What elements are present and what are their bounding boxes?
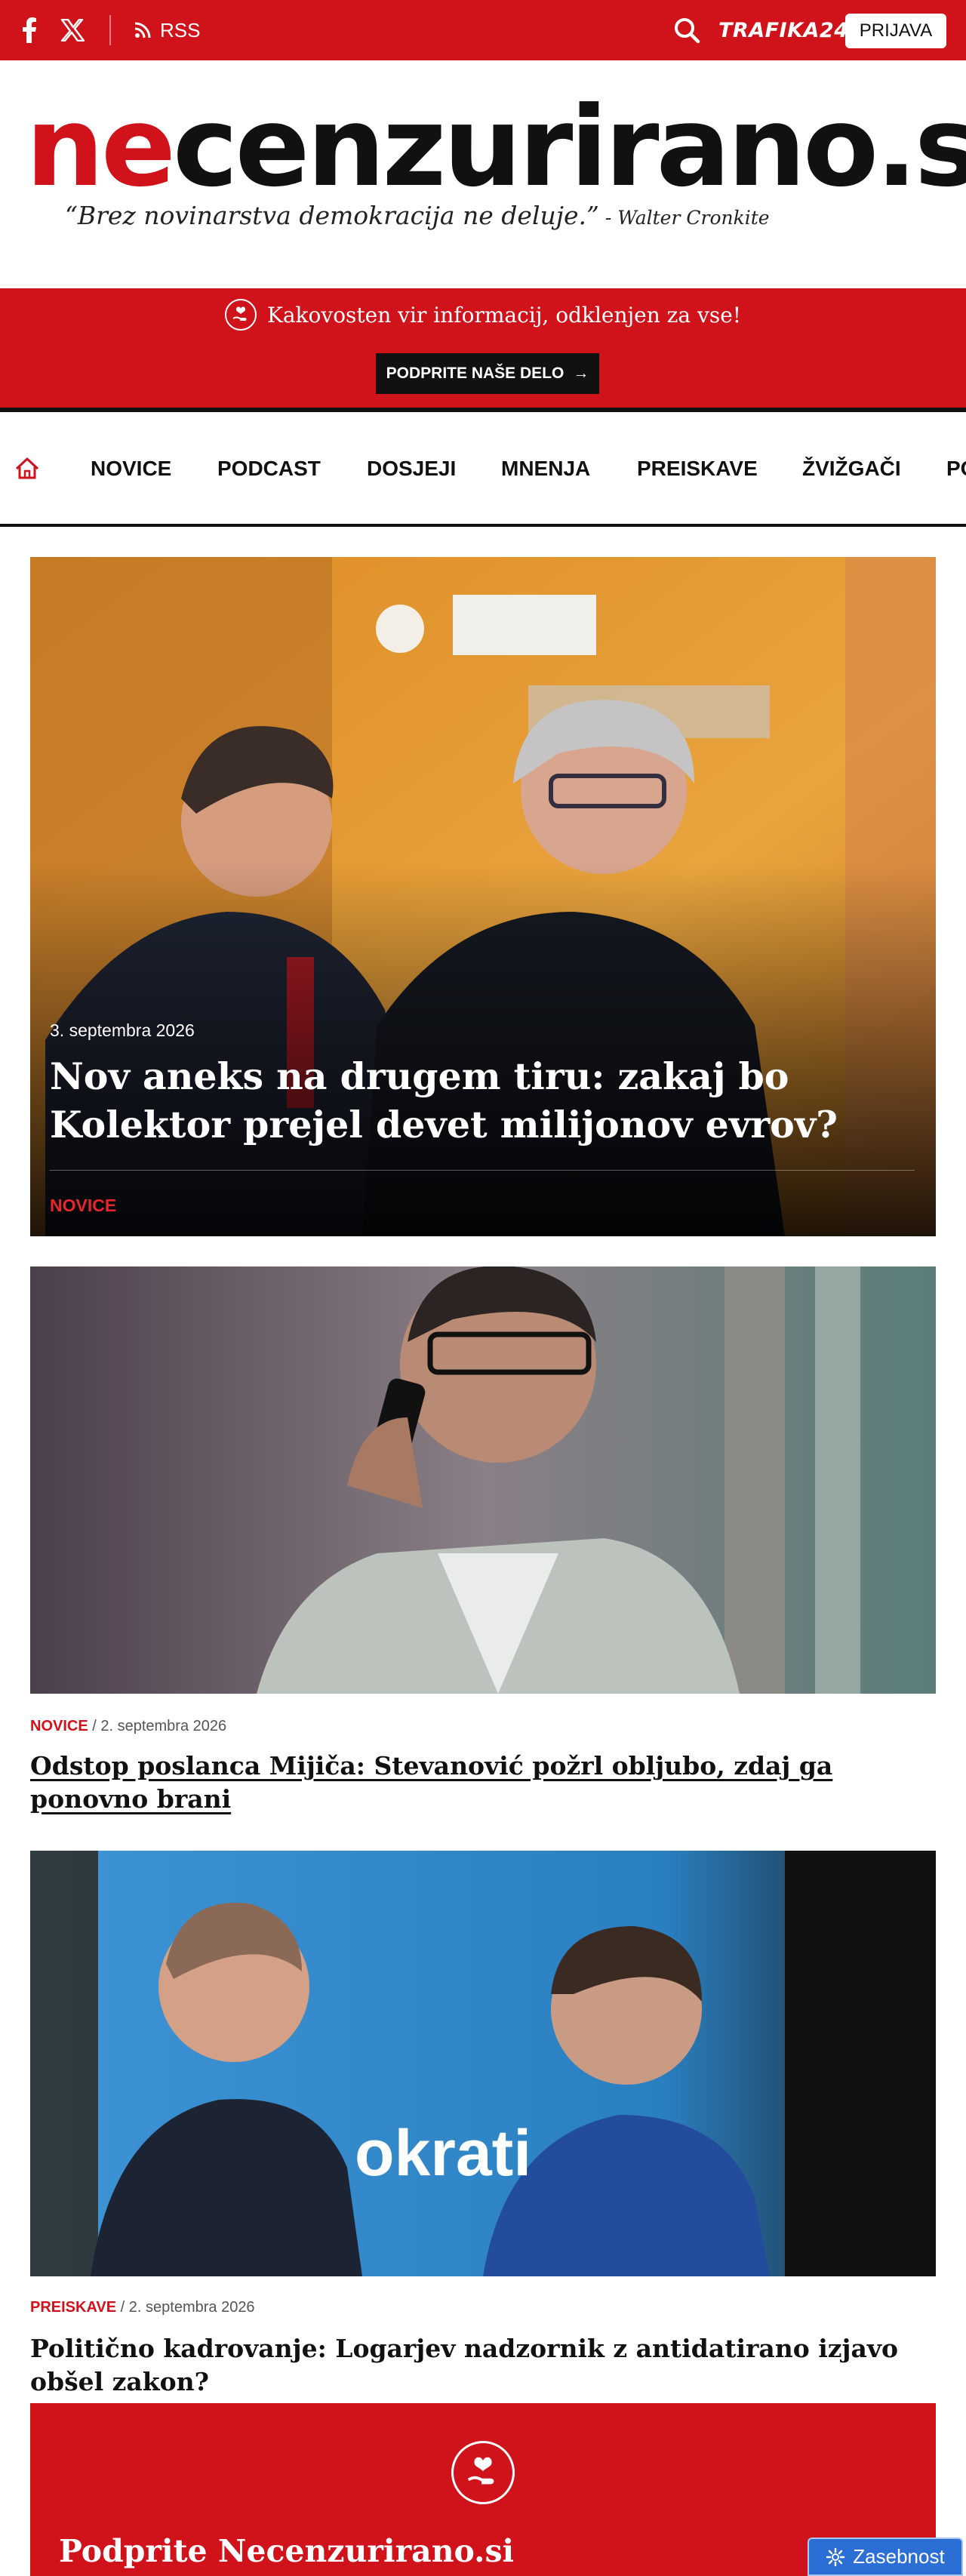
article-date: 2. septembra 2026	[100, 1718, 227, 1734]
topbar-divider	[109, 15, 111, 45]
login-button[interactable]: PRIJAVA	[845, 14, 946, 48]
featured-article-title[interactable]: Nov aneks na drugem tiru: zakaj bo Kolek…	[50, 1052, 910, 1149]
site-logo[interactable]: necenzurirano.si	[26, 92, 966, 202]
support-button[interactable]: PODPRITE NAŠE DELO →	[376, 353, 599, 394]
featured-article-divider	[50, 1170, 915, 1171]
rss-link[interactable]: RSS	[134, 17, 200, 44]
rss-icon	[134, 22, 151, 38]
donate-title: Podprite Necenzurirano.si	[59, 2533, 515, 2569]
logo-prefix: ne	[26, 83, 176, 211]
article-meta: NOVICE / 2. septembra 2026	[30, 1718, 226, 1735]
heart-hand-icon	[224, 299, 257, 331]
tagline-quote: “Brez novinarstva demokracija ne deluje.…	[65, 201, 599, 230]
gear-icon	[826, 2547, 845, 2566]
rss-label: RSS	[160, 18, 201, 42]
nav-item-zvizgaci[interactable]: ŽVIŽGAČI	[802, 451, 901, 486]
site-tagline: “Brez novinarstva demokracija ne deluje.…	[65, 201, 770, 230]
nav-item-novice[interactable]: NOVICE	[91, 451, 171, 486]
support-message: Kakovosten vir informacij, odklenjen za …	[0, 299, 966, 331]
article-category[interactable]: NOVICE	[30, 1718, 88, 1734]
top-bar: RSS TRAFIKA24 PRIJAVA	[0, 0, 966, 60]
home-icon[interactable]	[12, 454, 42, 484]
logo-suffix: cenzurirano.si	[172, 83, 966, 211]
support-button-label: PODPRITE NAŠE DELO	[386, 365, 565, 382]
nav-item-mnenja[interactable]: MNENJA	[501, 451, 590, 486]
article-date: 2. septembra 2026	[128, 2299, 255, 2316]
x-twitter-icon[interactable]	[60, 17, 86, 44]
article-image[interactable]	[30, 1266, 936, 1694]
featured-article[interactable]: 3. septembra 2026 Nov aneks na drugem ti…	[30, 557, 936, 1236]
nav-item-overflow[interactable]: PO	[946, 451, 966, 486]
nav-divider	[0, 524, 966, 527]
meta-separator: /	[116, 2299, 129, 2316]
article-meta: PREISKAVE / 2. septembra 2026	[30, 2299, 255, 2316]
article-image[interactable]: okrati	[30, 1851, 936, 2276]
support-text: Kakovosten vir informacij, odklenjen za …	[266, 302, 742, 328]
donate-box: Podprite Necenzurirano.si	[30, 2403, 936, 2576]
arrow-right-icon: →	[573, 365, 589, 382]
heart-hand-icon	[451, 2441, 515, 2504]
trafika-logo-link[interactable]: TRAFIKA24	[718, 15, 849, 45]
privacy-label: Zasebnost	[853, 2545, 945, 2568]
featured-article-date: 3. septembra 2026	[50, 1020, 195, 1040]
main-nav: NOVICE PODCAST DOSJEJI MNENJA PREISKAVE …	[0, 412, 966, 525]
article-category[interactable]: PREISKAVE	[30, 2299, 116, 2316]
site-header: necenzurirano.si “Brez novinarstva demok…	[0, 60, 966, 288]
facebook-icon[interactable]	[21, 17, 44, 44]
tagline-author: - Walter Cronkite	[598, 207, 770, 229]
article-title[interactable]: Odstop poslanca Mijiča: Stevanović požrl…	[30, 1750, 936, 1816]
featured-article-category[interactable]: NOVICE	[50, 1196, 116, 1216]
privacy-settings-button[interactable]: Zasebnost	[808, 2538, 963, 2576]
meta-separator: /	[88, 1718, 101, 1734]
article-image-text: okrati	[355, 2117, 531, 2190]
nav-item-podcast[interactable]: PODCAST	[217, 451, 321, 486]
search-icon[interactable]	[672, 15, 702, 45]
nav-item-dosjeji[interactable]: DOSJEJI	[367, 451, 456, 486]
article-title[interactable]: Politično kadrovanje: Logarjev nadzornik…	[30, 2332, 936, 2399]
nav-item-preiskave[interactable]: PREISKAVE	[637, 451, 758, 486]
